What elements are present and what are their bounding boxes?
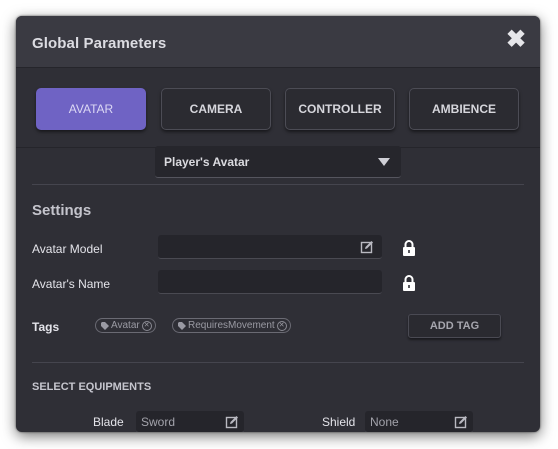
tab-ambience[interactable]: AMBIENCE <box>409 88 519 130</box>
avatar-name-field[interactable] <box>158 270 382 294</box>
chevron-down-icon <box>378 158 390 166</box>
tag-chip[interactable]: RequiresMovement ✕ <box>172 318 291 333</box>
avatar-profile-value: Player's Avatar <box>164 155 250 169</box>
shield-value: None <box>370 415 399 429</box>
tag-icon <box>101 321 109 330</box>
blade-value: Sword <box>141 415 176 429</box>
tab-avatar[interactable]: AVATAR <box>36 88 146 130</box>
lock-icon[interactable] <box>402 275 416 291</box>
avatar-profile-select[interactable]: Player's Avatar <box>155 146 401 178</box>
tag-chip[interactable]: Avatar ✕ <box>95 318 156 333</box>
global-parameters-dialog: Global Parameters ✖ AVATAR CAMERA CONTRO… <box>16 16 540 432</box>
lock-icon[interactable] <box>402 240 416 256</box>
dialog-header: Global Parameters ✖ <box>16 16 540 68</box>
dialog-title: Global Parameters <box>32 35 167 52</box>
add-tag-button[interactable]: ADD TAG <box>408 314 501 338</box>
tag-label: Avatar <box>111 320 140 331</box>
edit-icon[interactable] <box>360 240 374 254</box>
shield-label: Shield <box>322 415 356 429</box>
remove-tag-icon[interactable]: ✕ <box>276 320 287 331</box>
tab-camera[interactable]: CAMERA <box>161 88 271 130</box>
settings-heading: Settings <box>32 202 92 219</box>
tag-icon <box>178 321 186 330</box>
divider <box>32 362 524 363</box>
tags-label: Tags <box>32 320 60 334</box>
tab-controller[interactable]: CONTROLLER <box>285 88 395 130</box>
divider <box>32 184 524 185</box>
edit-icon[interactable] <box>454 415 468 429</box>
edit-icon[interactable] <box>225 415 239 429</box>
remove-tag-icon[interactable]: ✕ <box>141 320 152 331</box>
blade-label: Blade <box>93 415 124 429</box>
shield-field[interactable]: None <box>365 411 473 432</box>
blade-field[interactable]: Sword <box>136 411 244 432</box>
close-icon[interactable]: ✖ <box>506 28 526 52</box>
tag-label: RequiresMovement <box>188 320 275 331</box>
equipment-heading: SELECT EQUIPMENTS <box>32 381 152 393</box>
avatar-name-label: Avatar's Name <box>32 277 111 291</box>
avatar-model-label: Avatar Model <box>32 242 103 256</box>
avatar-model-field[interactable] <box>158 235 382 259</box>
